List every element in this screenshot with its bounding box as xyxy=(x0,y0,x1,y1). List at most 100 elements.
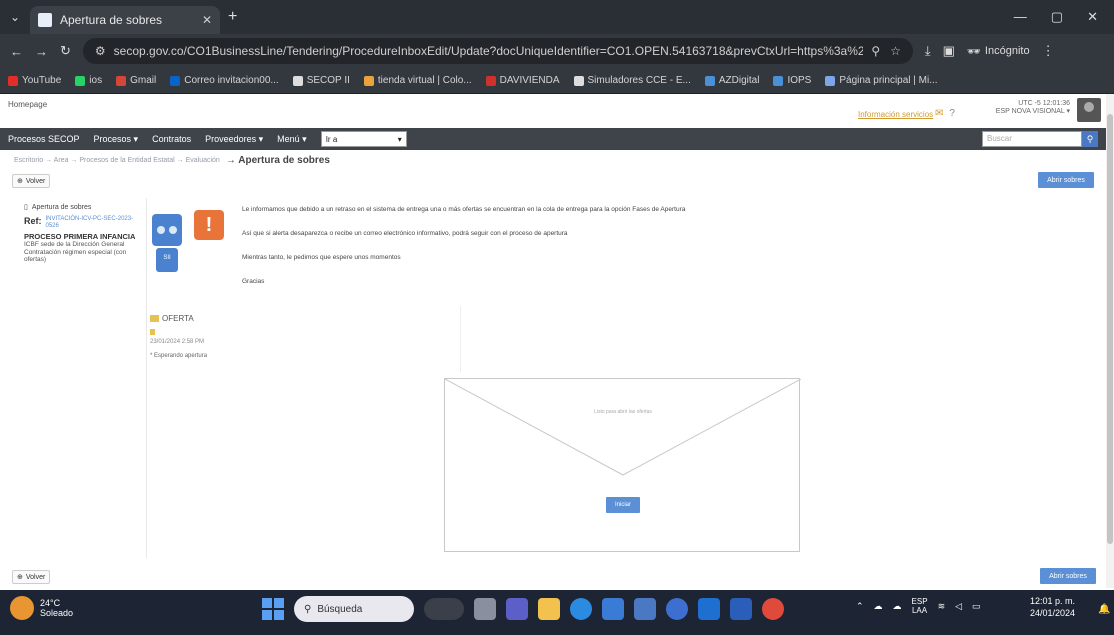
bookmark-item[interactable]: Página principal | Mi... xyxy=(825,75,938,86)
windows-start-icon[interactable] xyxy=(262,598,284,620)
word-icon[interactable] xyxy=(730,598,752,620)
start-button[interactable]: Iniciar xyxy=(606,497,640,513)
calendar-icon[interactable] xyxy=(634,598,656,620)
weather-widget[interactable]: 24°C Soleado xyxy=(10,596,73,620)
back-icon[interactable]: ← xyxy=(10,44,23,59)
offer-item[interactable]: OFERTA 23/01/2024 2:58 PM * Esperando ap… xyxy=(150,314,207,359)
bookmark-label: IOPS xyxy=(787,75,812,86)
user-time: UTC -5 12:01:36 xyxy=(1018,100,1070,107)
new-tab-icon[interactable]: + xyxy=(228,8,237,26)
battery-icon[interactable]: ▭ xyxy=(972,601,981,612)
help-app-icon[interactable] xyxy=(666,598,688,620)
header-link[interactable]: Información servicios xyxy=(858,110,933,119)
back-arrow-icon: ⊕ xyxy=(17,574,23,581)
scrollbar-thumb[interactable] xyxy=(1107,114,1113,544)
bookmark-favicon-icon xyxy=(116,75,127,86)
maximize-icon[interactable]: ▢ xyxy=(1051,9,1063,25)
bookmark-item[interactable]: DAVIVIENDA xyxy=(485,75,560,86)
message-line: Mientras tanto, le pedimos que espere un… xyxy=(242,254,401,261)
header-icons: ✉ ? xyxy=(935,108,955,119)
wifi-icon[interactable]: ≋ xyxy=(938,601,946,612)
close-window-icon[interactable]: ✕ xyxy=(1087,9,1098,25)
page-scrollbar[interactable] xyxy=(1106,94,1114,588)
volume-icon[interactable]: ◁ xyxy=(955,601,962,612)
site-info-icon[interactable]: ⚙ xyxy=(95,44,106,58)
file-explorer-icon[interactable] xyxy=(538,598,560,620)
incognito-icon: 🕶 xyxy=(966,45,981,58)
tray-cloud-icon[interactable]: ☁ xyxy=(893,601,902,612)
bookmark-label: ios xyxy=(89,75,103,86)
breadcrumb: Escritorio → Area → Procesos de la Entid… xyxy=(14,155,330,166)
bookmark-item[interactable]: tienda virtual | Colo... xyxy=(363,75,472,86)
avatar[interactable] xyxy=(1077,98,1101,122)
zoom-icon[interactable]: ⚲ xyxy=(871,44,880,58)
back-button[interactable]: ⊕ Volver xyxy=(12,174,51,188)
nav-item-procesos[interactable]: Procesos ▾ xyxy=(94,134,139,145)
robot-illustration: SII ! xyxy=(150,210,230,274)
outlook-icon[interactable] xyxy=(698,598,720,620)
sidepanel-icon[interactable]: ▣ xyxy=(943,43,955,59)
bookmark-favicon-icon xyxy=(573,75,584,86)
nav-item-proveedores[interactable]: Proveedores ▾ xyxy=(205,134,263,145)
notification-bell-icon[interactable]: 🔔 xyxy=(1098,604,1110,615)
bookmark-item[interactable]: YouTube xyxy=(8,75,61,86)
minimize-icon[interactable]: — xyxy=(1014,9,1027,25)
bookmark-star-icon[interactable]: ☆ xyxy=(890,44,901,58)
download-icon[interactable]: ⤓ xyxy=(925,43,931,59)
widgets-icon[interactable] xyxy=(424,598,464,620)
bookmark-item[interactable]: SECOP II xyxy=(292,75,350,86)
help-icon[interactable]: ? xyxy=(949,108,955,119)
tray-chevron-icon[interactable]: ⌃ xyxy=(856,601,864,612)
offer-title: OFERTA xyxy=(162,314,194,323)
chrome-icon[interactable] xyxy=(762,598,784,620)
store-icon[interactable] xyxy=(602,598,624,620)
browser-tab-bar: ⌄ Apertura de sobres ✕ + — ▢ ✕ xyxy=(0,0,1114,34)
incognito-indicator[interactable]: 🕶 Incógnito xyxy=(967,45,1030,58)
bookmark-item[interactable]: Simuladores CCE - E... xyxy=(573,75,691,86)
breadcrumb-path[interactable]: Escritorio → Area → Procesos de la Entid… xyxy=(14,157,220,164)
process-name: PROCESO PRIMERA INFANCIA xyxy=(24,231,136,241)
chevron-down-icon: ▾ xyxy=(397,134,402,144)
tab-close-icon[interactable]: ✕ xyxy=(202,13,212,27)
weather-condition: Soleado xyxy=(40,608,74,618)
bookmark-label: AZDigital xyxy=(718,75,760,86)
search-input[interactable]: Buscar xyxy=(982,131,1082,147)
taskbar-search[interactable]: ⚲ Búsqueda xyxy=(294,596,414,622)
envelope-text: Listo para abrir las ofertas xyxy=(594,409,652,415)
search-icon[interactable]: ⚲ xyxy=(1082,131,1098,147)
bookmark-item[interactable]: ios xyxy=(75,75,102,86)
ref-link[interactable]: INVITACIÓN-ICV-PC-SEC-2023-0526 xyxy=(46,216,145,230)
language-indicator[interactable]: ESP LAA xyxy=(912,597,928,616)
nav-item-menu[interactable]: Menú ▾ xyxy=(277,134,307,145)
tab-search-icon[interactable]: ⌄ xyxy=(0,10,30,24)
homepage-logo[interactable]: Homepage xyxy=(8,100,47,109)
url-bar[interactable]: ⚙ secop.gov.co/CO1BusinessLine/Tendering… xyxy=(82,38,913,64)
open-envelopes-button-bottom[interactable]: Abrir sobres xyxy=(1040,568,1096,584)
edge-icon[interactable] xyxy=(570,598,592,620)
bookmark-item[interactable]: IOPS xyxy=(773,75,811,86)
nav-item-contratos[interactable]: Contratos xyxy=(152,134,191,144)
robot-eye xyxy=(157,226,165,234)
clock[interactable]: 12:01 p. m. 24/01/2024 xyxy=(1030,596,1075,619)
goto-select[interactable]: Ir a ▾ xyxy=(320,131,407,147)
windows-taskbar: 24°C Soleado ⚲ Búsqueda ⌃ ☁ ☁ ESP LAA ≋ … xyxy=(0,590,1114,635)
notification-icon[interactable]: ✉ xyxy=(935,108,943,119)
tray-cloud-icon[interactable]: ☁ xyxy=(874,601,883,612)
open-envelopes-button[interactable]: Abrir sobres xyxy=(1038,172,1094,188)
teams-icon[interactable] xyxy=(506,598,528,620)
bookmark-item[interactable]: Correo invitacion00... xyxy=(170,75,279,86)
offer-date: 23/01/2024 2:58 PM xyxy=(150,339,205,345)
task-view-icon[interactable] xyxy=(474,598,496,620)
bookmark-item[interactable]: Gmail xyxy=(116,75,156,86)
user-info[interactable]: UTC -5 12:01:36 ESP NOVA VISIONAL ▾ xyxy=(990,100,1070,115)
bookmark-label: tienda virtual | Colo... xyxy=(377,75,472,86)
browser-tab[interactable]: Apertura de sobres ✕ xyxy=(30,6,220,34)
back-button-bottom[interactable]: ⊕ Volver xyxy=(12,570,51,584)
url-text: secop.gov.co/CO1BusinessLine/Tendering/P… xyxy=(113,44,864,58)
bookmark-item[interactable]: AZDigital xyxy=(704,75,760,86)
browser-menu-icon[interactable]: ⋮ xyxy=(1042,43,1055,59)
forward-icon[interactable]: → xyxy=(35,44,48,59)
nav-item-procesos-secop[interactable]: Procesos SECOP xyxy=(8,134,80,144)
reload-icon[interactable]: ↻ xyxy=(60,43,71,59)
tab-title: Apertura de sobres xyxy=(60,13,163,27)
